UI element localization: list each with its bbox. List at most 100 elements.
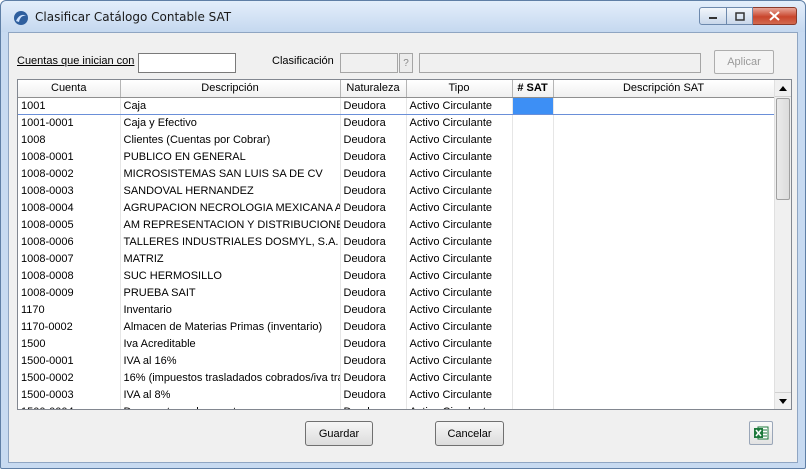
clasificacion-input[interactable] [340, 53, 398, 73]
cell-descripcion[interactable]: Caja y Efectivo [120, 114, 341, 131]
cell-naturaleza[interactable]: Deudora [340, 199, 407, 216]
table-row[interactable]: 1170-0002 Almacen de Materias Primas (inv… [18, 318, 775, 335]
cell-cuenta[interactable]: 1008-0001 [18, 148, 121, 165]
cell-descripcion-sat[interactable] [553, 97, 775, 115]
cancelar-button[interactable]: Cancelar [435, 421, 504, 446]
title-bar[interactable]: Clasificar Catálogo Contable SAT [1, 1, 805, 32]
cell-cuenta[interactable]: 1500 [18, 335, 121, 352]
cell-descripcion-sat[interactable] [553, 318, 775, 335]
cell-naturaleza[interactable]: Deudora [340, 97, 407, 115]
table-row[interactable]: 1008-0005 AM REPRESENTACION Y DISTRIBUCIO… [18, 216, 775, 233]
cell-descripcion-sat[interactable] [553, 267, 775, 284]
cell-descripcion[interactable]: 16% (impuestos trasladados cobrados/iva … [120, 369, 341, 386]
cell-naturaleza[interactable]: Deudora [340, 131, 407, 148]
table-row[interactable]: 1008-0003 SANDOVAL HERNANDEZ Deudora Activo… [18, 182, 775, 199]
cell-num-sat[interactable] [512, 233, 554, 250]
cell-descripcion[interactable]: IVA al 8% [120, 386, 341, 403]
table-row[interactable]: 1008-0004 AGRUPACION NECROLOGIA MEXICANA … [18, 199, 775, 216]
cell-num-sat[interactable] [512, 318, 554, 335]
cell-cuenta[interactable]: 1008-0006 [18, 233, 121, 250]
cell-tipo[interactable]: Activo Circulante [406, 165, 513, 182]
cell-naturaleza[interactable]: Deudora [340, 403, 407, 409]
cell-cuenta[interactable]: 1008-0003 [18, 182, 121, 199]
column-header-tipo[interactable]: Tipo [406, 80, 513, 98]
cell-descripcion[interactable]: Inventario [120, 301, 341, 318]
cell-naturaleza[interactable]: Deudora [340, 216, 407, 233]
table-row[interactable]: 1500 Iva Acreditable Deudora Activo Circula… [18, 335, 775, 352]
vertical-scrollbar[interactable] [774, 80, 791, 409]
close-button[interactable] [753, 7, 797, 25]
cell-descripcion-sat[interactable] [553, 233, 775, 250]
cell-cuenta[interactable]: 1008 [18, 131, 121, 148]
cell-descripcion[interactable]: SANDOVAL HERNANDEZ [120, 182, 341, 199]
cell-descripcion-sat[interactable] [553, 216, 775, 233]
cell-num-sat[interactable] [512, 182, 554, 199]
table-row[interactable]: 1001 Caja Deudora Activo Circulante [18, 97, 775, 115]
cell-cuenta[interactable]: 1500-0004 [18, 403, 121, 409]
cell-descripcion-sat[interactable] [553, 386, 775, 403]
cell-tipo[interactable]: Activo Circulante [406, 352, 513, 369]
cell-naturaleza[interactable]: Deudora [340, 182, 407, 199]
cell-descripcion[interactable]: Almacen de Materias Primas (inventario) [120, 318, 341, 335]
cell-num-sat[interactable] [512, 369, 554, 386]
cell-descripcion[interactable]: Descuentos sobre ventas [120, 403, 341, 409]
cell-num-sat[interactable] [512, 284, 554, 301]
export-excel-button[interactable] [749, 421, 773, 445]
cell-descripcion[interactable]: Clientes (Cuentas por Cobrar) [120, 131, 341, 148]
scroll-down-button[interactable] [775, 392, 791, 409]
cell-descripcion[interactable]: SUC HERMOSILLO [120, 267, 341, 284]
cell-naturaleza[interactable]: Deudora [340, 284, 407, 301]
cell-num-sat[interactable] [512, 114, 554, 131]
cell-descripcion-sat[interactable] [553, 182, 775, 199]
cell-descripcion[interactable]: Caja [120, 97, 341, 115]
cell-num-sat[interactable] [512, 335, 554, 352]
cell-tipo[interactable]: Activo Circulante [406, 403, 513, 409]
cell-num-sat[interactable] [512, 250, 554, 267]
cell-cuenta[interactable]: 1008-0004 [18, 199, 121, 216]
cell-descripcion-sat[interactable] [553, 131, 775, 148]
cell-naturaleza[interactable]: Deudora [340, 250, 407, 267]
cell-tipo[interactable]: Activo Circulante [406, 114, 513, 131]
cuentas-input[interactable] [138, 53, 236, 73]
cell-cuenta[interactable]: 1170 [18, 301, 121, 318]
cell-num-sat[interactable] [512, 352, 554, 369]
cell-descripcion[interactable]: TALLERES INDUSTRIALES DOSMYL, S.A. DE [120, 233, 341, 250]
cell-naturaleza[interactable]: Deudora [340, 335, 407, 352]
cell-cuenta[interactable]: 1001-0001 [18, 114, 121, 131]
cell-descripcion[interactable]: Iva Acreditable [120, 335, 341, 352]
cell-num-sat[interactable] [512, 267, 554, 284]
cell-naturaleza[interactable]: Deudora [340, 148, 407, 165]
clasificacion-lookup-button[interactable]: ? [399, 53, 413, 73]
table-row[interactable]: 1008 Clientes (Cuentas por Cobrar) Deudora… [18, 131, 775, 148]
table-row[interactable]: 1008-0008 SUC HERMOSILLO Deudora Activo Cir… [18, 267, 775, 284]
cell-naturaleza[interactable]: Deudora [340, 233, 407, 250]
cell-naturaleza[interactable]: Deudora [340, 301, 407, 318]
cell-naturaleza[interactable]: Deudora [340, 369, 407, 386]
cell-cuenta[interactable]: 1500-0001 [18, 352, 121, 369]
cell-cuenta[interactable]: 1008-0009 [18, 284, 121, 301]
accounts-grid[interactable]: Cuenta Descripción Naturaleza Tipo # SAT… [17, 79, 792, 410]
cell-descripcion[interactable]: AM REPRESENTACION Y DISTRIBUCIONES DE [120, 216, 341, 233]
cell-num-sat[interactable] [512, 97, 554, 115]
cell-tipo[interactable]: Activo Circulante [406, 131, 513, 148]
cell-descripcion[interactable]: MATRIZ [120, 250, 341, 267]
cell-descripcion[interactable]: MICROSISTEMAS SAN LUIS SA DE CV [120, 165, 341, 182]
cell-tipo[interactable]: Activo Circulante [406, 216, 513, 233]
cell-descripcion-sat[interactable] [553, 352, 775, 369]
cell-tipo[interactable]: Activo Circulante [406, 301, 513, 318]
cell-num-sat[interactable] [512, 148, 554, 165]
cell-naturaleza[interactable]: Deudora [340, 318, 407, 335]
column-header-descripcion[interactable]: Descripción [120, 80, 341, 98]
table-row[interactable]: 1008-0009 PRUEBA SAIT Deudora Activo Circul… [18, 284, 775, 301]
cell-tipo[interactable]: Activo Circulante [406, 233, 513, 250]
cell-naturaleza[interactable]: Deudora [340, 352, 407, 369]
table-row[interactable]: 1008-0006 TALLERES INDUSTRIALES DOSMYL, S… [18, 233, 775, 250]
cell-descripcion-sat[interactable] [553, 369, 775, 386]
cell-num-sat[interactable] [512, 199, 554, 216]
cell-tipo[interactable]: Activo Circulante [406, 335, 513, 352]
table-row[interactable]: 1008-0002 MICROSISTEMAS SAN LUIS SA DE CV… [18, 165, 775, 182]
cell-cuenta[interactable]: 1008-0008 [18, 267, 121, 284]
cell-tipo[interactable]: Activo Circulante [406, 250, 513, 267]
cell-tipo[interactable]: Activo Circulante [406, 386, 513, 403]
table-row[interactable]: 1001-0001 Caja y Efectivo Deudora Activo Ci… [18, 114, 775, 131]
